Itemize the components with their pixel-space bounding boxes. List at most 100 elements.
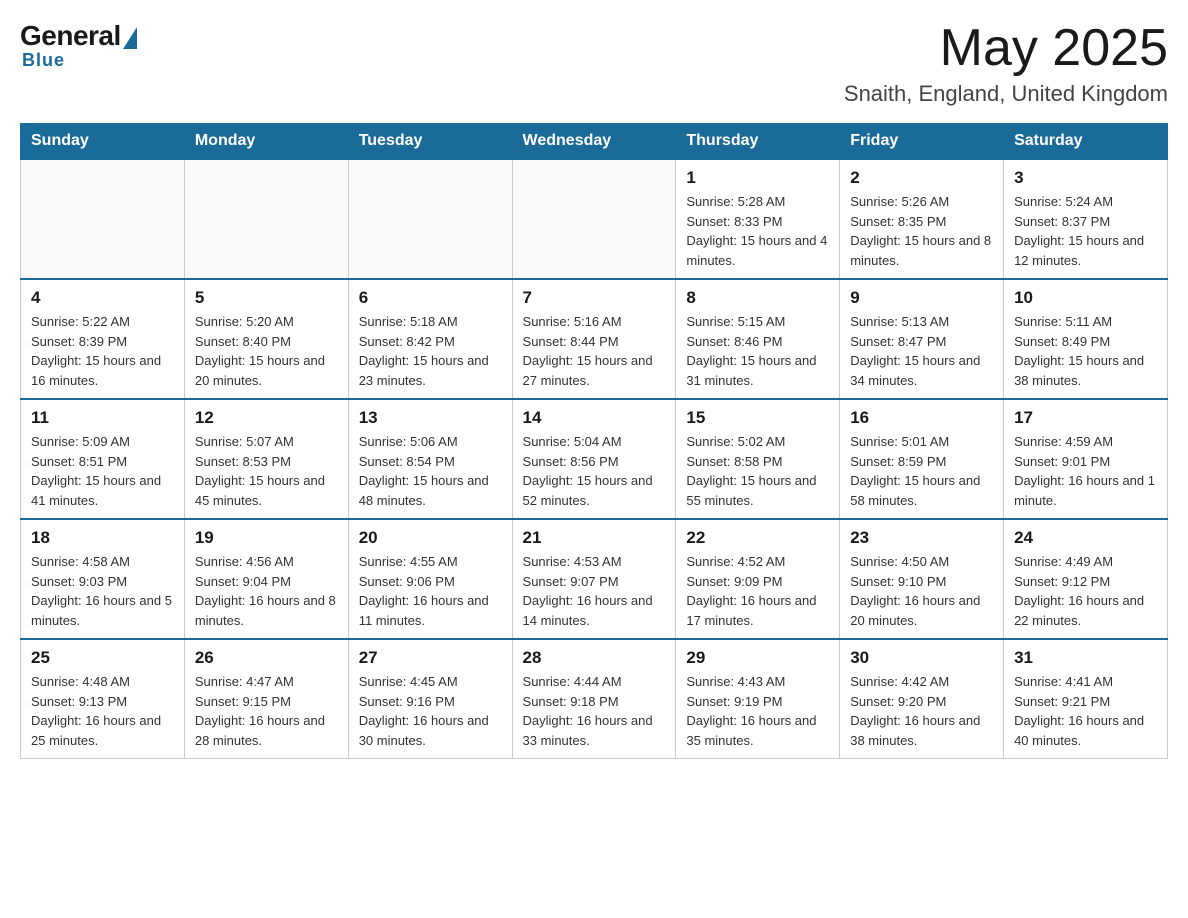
day-number: 22: [686, 528, 829, 548]
day-number: 18: [31, 528, 174, 548]
calendar-day-cell: 9 Sunrise: 5:13 AMSunset: 8:47 PMDaylight…: [840, 279, 1004, 399]
day-number: 3: [1014, 168, 1157, 188]
day-info: Sunrise: 4:42 AMSunset: 9:20 PMDaylight:…: [850, 672, 993, 750]
calendar-day-cell: 16 Sunrise: 5:01 AMSunset: 8:59 PMDayligh…: [840, 399, 1004, 519]
calendar-day-header: Saturday: [1004, 124, 1168, 160]
page-header: General Blue May 2025 Snaith, England, U…: [20, 20, 1168, 107]
calendar-day-cell: 25 Sunrise: 4:48 AMSunset: 9:13 PMDayligh…: [21, 639, 185, 759]
calendar-week-row: 18 Sunrise: 4:58 AMSunset: 9:03 PMDayligh…: [21, 519, 1168, 639]
logo-general-text: General: [20, 20, 121, 52]
day-number: 24: [1014, 528, 1157, 548]
day-number: 25: [31, 648, 174, 668]
calendar-day-cell: [348, 159, 512, 279]
subtitle: Snaith, England, United Kingdom: [844, 81, 1168, 107]
day-info: Sunrise: 5:11 AMSunset: 8:49 PMDaylight:…: [1014, 312, 1157, 390]
day-number: 9: [850, 288, 993, 308]
calendar-day-header: Tuesday: [348, 124, 512, 160]
day-info: Sunrise: 5:01 AMSunset: 8:59 PMDaylight:…: [850, 432, 993, 510]
calendar-day-cell: 27 Sunrise: 4:45 AMSunset: 9:16 PMDayligh…: [348, 639, 512, 759]
calendar-week-row: 25 Sunrise: 4:48 AMSunset: 9:13 PMDayligh…: [21, 639, 1168, 759]
calendar-header-row: SundayMondayTuesdayWednesdayThursdayFrid…: [21, 124, 1168, 160]
calendar-day-cell: 22 Sunrise: 4:52 AMSunset: 9:09 PMDayligh…: [676, 519, 840, 639]
day-info: Sunrise: 4:58 AMSunset: 9:03 PMDaylight:…: [31, 552, 174, 630]
day-info: Sunrise: 4:52 AMSunset: 9:09 PMDaylight:…: [686, 552, 829, 630]
calendar-day-header: Thursday: [676, 124, 840, 160]
day-number: 10: [1014, 288, 1157, 308]
logo-triangle-icon: [123, 27, 137, 49]
day-number: 7: [523, 288, 666, 308]
calendar-day-cell: [512, 159, 676, 279]
day-info: Sunrise: 4:45 AMSunset: 9:16 PMDaylight:…: [359, 672, 502, 750]
day-info: Sunrise: 4:48 AMSunset: 9:13 PMDaylight:…: [31, 672, 174, 750]
calendar-day-header: Wednesday: [512, 124, 676, 160]
day-info: Sunrise: 5:22 AMSunset: 8:39 PMDaylight:…: [31, 312, 174, 390]
calendar-day-cell: 18 Sunrise: 4:58 AMSunset: 9:03 PMDayligh…: [21, 519, 185, 639]
calendar-day-cell: 1 Sunrise: 5:28 AMSunset: 8:33 PMDaylight…: [676, 159, 840, 279]
calendar-week-row: 1 Sunrise: 5:28 AMSunset: 8:33 PMDaylight…: [21, 159, 1168, 279]
calendar-day-header: Friday: [840, 124, 1004, 160]
day-info: Sunrise: 5:15 AMSunset: 8:46 PMDaylight:…: [686, 312, 829, 390]
logo: General Blue: [20, 20, 137, 71]
calendar-day-header: Monday: [184, 124, 348, 160]
calendar-day-cell: 30Sunrise: 4:42 AMSunset: 9:20 PMDayligh…: [840, 639, 1004, 759]
calendar-table: SundayMondayTuesdayWednesdayThursdayFrid…: [20, 123, 1168, 759]
day-info: Sunrise: 5:02 AMSunset: 8:58 PMDaylight:…: [686, 432, 829, 510]
day-number: 14: [523, 408, 666, 428]
day-number: 13: [359, 408, 502, 428]
day-number: 29: [686, 648, 829, 668]
calendar-day-cell: 7 Sunrise: 5:16 AMSunset: 8:44 PMDaylight…: [512, 279, 676, 399]
calendar-day-header: Sunday: [21, 124, 185, 160]
calendar-week-row: 11 Sunrise: 5:09 AMSunset: 8:51 PMDayligh…: [21, 399, 1168, 519]
day-info: Sunrise: 4:47 AMSunset: 9:15 PMDaylight:…: [195, 672, 338, 750]
day-info: Sunrise: 5:18 AMSunset: 8:42 PMDaylight:…: [359, 312, 502, 390]
calendar-day-cell: [184, 159, 348, 279]
main-title: May 2025: [844, 20, 1168, 77]
day-number: 31: [1014, 648, 1157, 668]
day-info: Sunrise: 4:43 AMSunset: 9:19 PMDaylight:…: [686, 672, 829, 750]
day-number: 6: [359, 288, 502, 308]
day-info: Sunrise: 5:20 AMSunset: 8:40 PMDaylight:…: [195, 312, 338, 390]
day-info: Sunrise: 5:13 AMSunset: 8:47 PMDaylight:…: [850, 312, 993, 390]
calendar-day-cell: 11 Sunrise: 5:09 AMSunset: 8:51 PMDayligh…: [21, 399, 185, 519]
calendar-day-cell: 15 Sunrise: 5:02 AMSunset: 8:58 PMDayligh…: [676, 399, 840, 519]
logo-blue-text: Blue: [22, 50, 65, 71]
calendar-week-row: 4 Sunrise: 5:22 AMSunset: 8:39 PMDaylight…: [21, 279, 1168, 399]
day-info: Sunrise: 4:55 AMSunset: 9:06 PMDaylight:…: [359, 552, 502, 630]
day-number: 21: [523, 528, 666, 548]
calendar-day-cell: 28 Sunrise: 4:44 AMSunset: 9:18 PMDayligh…: [512, 639, 676, 759]
day-number: 23: [850, 528, 993, 548]
day-number: 2: [850, 168, 993, 188]
day-number: 19: [195, 528, 338, 548]
calendar-day-cell: 17Sunrise: 4:59 AMSunset: 9:01 PMDayligh…: [1004, 399, 1168, 519]
day-info: Sunrise: 5:28 AMSunset: 8:33 PMDaylight:…: [686, 192, 829, 270]
day-info: Sunrise: 4:44 AMSunset: 9:18 PMDaylight:…: [523, 672, 666, 750]
day-info: Sunrise: 5:16 AMSunset: 8:44 PMDaylight:…: [523, 312, 666, 390]
calendar-day-cell: 26 Sunrise: 4:47 AMSunset: 9:15 PMDayligh…: [184, 639, 348, 759]
day-number: 16: [850, 408, 993, 428]
day-info: Sunrise: 4:59 AMSunset: 9:01 PMDaylight:…: [1014, 432, 1157, 510]
day-info: Sunrise: 5:26 AMSunset: 8:35 PMDaylight:…: [850, 192, 993, 270]
calendar-day-cell: 10 Sunrise: 5:11 AMSunset: 8:49 PMDayligh…: [1004, 279, 1168, 399]
day-number: 11: [31, 408, 174, 428]
calendar-day-cell: 19 Sunrise: 4:56 AMSunset: 9:04 PMDayligh…: [184, 519, 348, 639]
day-info: Sunrise: 5:09 AMSunset: 8:51 PMDaylight:…: [31, 432, 174, 510]
day-number: 28: [523, 648, 666, 668]
day-number: 4: [31, 288, 174, 308]
day-info: Sunrise: 4:49 AMSunset: 9:12 PMDaylight:…: [1014, 552, 1157, 630]
day-info: Sunrise: 4:50 AMSunset: 9:10 PMDaylight:…: [850, 552, 993, 630]
calendar-day-cell: [21, 159, 185, 279]
day-number: 1: [686, 168, 829, 188]
calendar-day-cell: 29 Sunrise: 4:43 AMSunset: 9:19 PMDayligh…: [676, 639, 840, 759]
calendar-day-cell: 3Sunrise: 5:24 AMSunset: 8:37 PMDaylight…: [1004, 159, 1168, 279]
day-info: Sunrise: 4:56 AMSunset: 9:04 PMDaylight:…: [195, 552, 338, 630]
day-number: 27: [359, 648, 502, 668]
day-info: Sunrise: 5:04 AMSunset: 8:56 PMDaylight:…: [523, 432, 666, 510]
calendar-day-cell: 20Sunrise: 4:55 AMSunset: 9:06 PMDayligh…: [348, 519, 512, 639]
calendar-day-cell: 5Sunrise: 5:20 AMSunset: 8:40 PMDaylight…: [184, 279, 348, 399]
day-number: 26: [195, 648, 338, 668]
day-info: Sunrise: 4:41 AMSunset: 9:21 PMDaylight:…: [1014, 672, 1157, 750]
day-number: 15: [686, 408, 829, 428]
day-info: Sunrise: 4:53 AMSunset: 9:07 PMDaylight:…: [523, 552, 666, 630]
title-section: May 2025 Snaith, England, United Kingdom: [844, 20, 1168, 107]
day-number: 12: [195, 408, 338, 428]
